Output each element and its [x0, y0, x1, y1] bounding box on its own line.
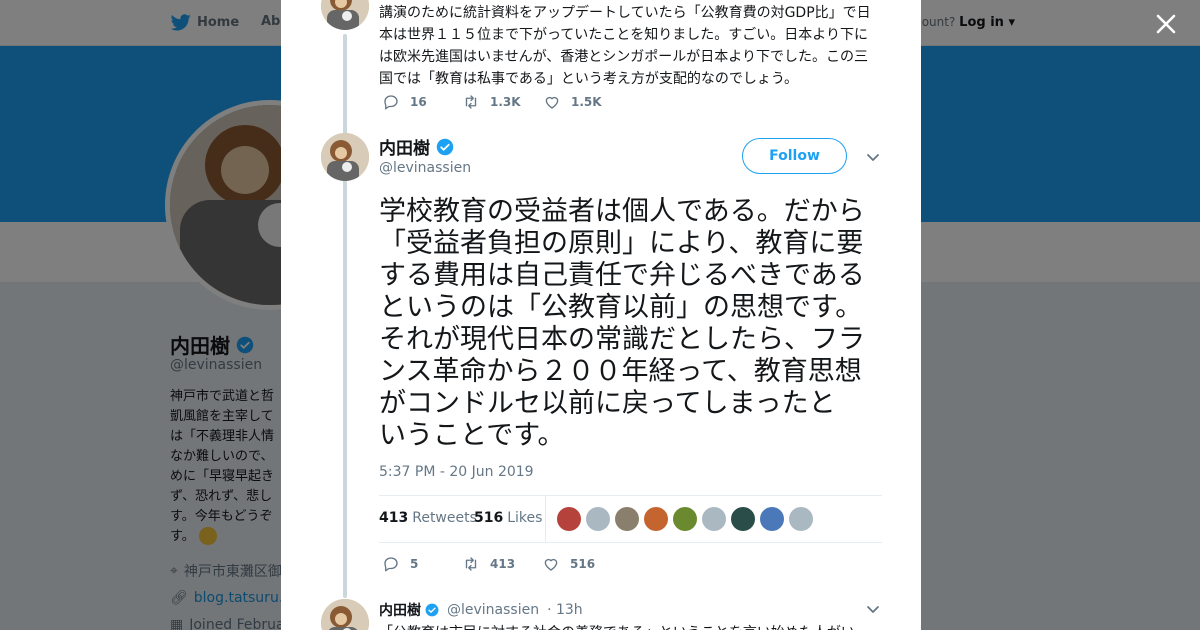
- likes-stat-count: 516: [474, 510, 504, 526]
- chevron-down-icon[interactable]: [865, 149, 881, 165]
- monkey-avatar-image: [321, 133, 369, 181]
- like-button[interactable]: 1.5K: [543, 93, 602, 111]
- prev-tweet-text: 講演のために統計資料をアップデートしていたら「公教育費の対GDP比」で日 本は世…: [379, 5, 871, 87]
- retweets-stat-count: 413: [379, 510, 409, 526]
- retweet-icon: [465, 557, 477, 571]
- liker-avatar[interactable]: [731, 507, 755, 531]
- reply-tweet-header[interactable]: 内田樹 @levinassien · 13h: [379, 600, 583, 620]
- author-name[interactable]: 内田樹: [379, 134, 454, 159]
- conversation-thread-line: [343, 34, 347, 598]
- monkey-avatar-image: [321, 599, 369, 630]
- reply-count: 5: [410, 557, 419, 571]
- reply-icon: [384, 557, 398, 572]
- reply-author-name[interactable]: 内田樹: [379, 600, 421, 620]
- author-name-text[interactable]: 内田樹: [379, 134, 430, 159]
- tweet-permalink-modal: 講演のために統計資料をアップデートしていたら「公教育費の対GDP比」で日 本は世…: [281, 0, 921, 630]
- prev-tweet-avatar[interactable]: [321, 0, 369, 30]
- verified-badge-icon: [425, 603, 439, 617]
- liker-avatar[interactable]: [557, 507, 581, 531]
- liker-avatar[interactable]: [702, 507, 726, 531]
- likes-stat-label: Likes: [507, 510, 543, 526]
- reply-icon: [384, 95, 398, 110]
- close-icon[interactable]: [1152, 10, 1180, 38]
- retweet-button[interactable]: 413: [462, 555, 542, 573]
- retweet-icon: [465, 95, 477, 109]
- tweet-actions: 5 413 516: [382, 555, 595, 573]
- follow-button[interactable]: Follow: [742, 138, 847, 174]
- tweet-timestamp[interactable]: 5:37 PM - 20 Jun 2019: [379, 464, 534, 480]
- reply-tweet-text: 「公教育は市民に対する社会の義務である」ということを言い始めた人がい: [379, 622, 859, 630]
- stats-divider: [545, 496, 546, 543]
- reply-count: 16: [410, 95, 427, 109]
- like-count: 516: [570, 557, 596, 571]
- liker-avatar[interactable]: [789, 507, 813, 531]
- tweet-text: 学校教育の受益者は個人である。だから 「受益者負担の原則」により、教育に要 する…: [379, 196, 865, 451]
- tweet-stats: 413 Retweets 516 Likes: [379, 495, 882, 543]
- reply-button[interactable]: 5: [382, 555, 462, 573]
- reply-button[interactable]: 16: [382, 93, 462, 111]
- liker-avatar[interactable]: [644, 507, 668, 531]
- reply-tweet-avatar[interactable]: [321, 599, 369, 630]
- author-handle[interactable]: @levinassien: [379, 160, 471, 176]
- retweet-count: 1.3K: [490, 95, 521, 109]
- liker-avatar[interactable]: [673, 507, 697, 531]
- liker-avatar[interactable]: [586, 507, 610, 531]
- chevron-down-icon[interactable]: [865, 601, 881, 617]
- retweets-stat[interactable]: 413 Retweets: [379, 510, 477, 526]
- like-count: 1.5K: [571, 95, 602, 109]
- like-button[interactable]: 516: [542, 555, 595, 573]
- reply-time[interactable]: · 13h: [547, 602, 583, 618]
- monkey-avatar-image: [321, 0, 369, 30]
- retweet-count: 413: [490, 557, 516, 571]
- retweet-button[interactable]: 1.3K: [462, 93, 543, 111]
- liker-avatar[interactable]: [760, 507, 784, 531]
- reply-author-handle[interactable]: @levinassien: [447, 602, 539, 618]
- verified-badge-icon: [436, 138, 454, 155]
- heart-icon: [544, 558, 558, 571]
- author-avatar[interactable]: [321, 133, 369, 181]
- prev-tweet-actions: 16 1.3K 1.5K: [382, 93, 602, 111]
- likes-stat[interactable]: 516 Likes: [474, 510, 542, 526]
- liker-avatars: [557, 507, 813, 531]
- liker-avatar[interactable]: [615, 507, 639, 531]
- heart-icon: [545, 96, 559, 109]
- retweets-stat-label: Retweets: [412, 510, 477, 526]
